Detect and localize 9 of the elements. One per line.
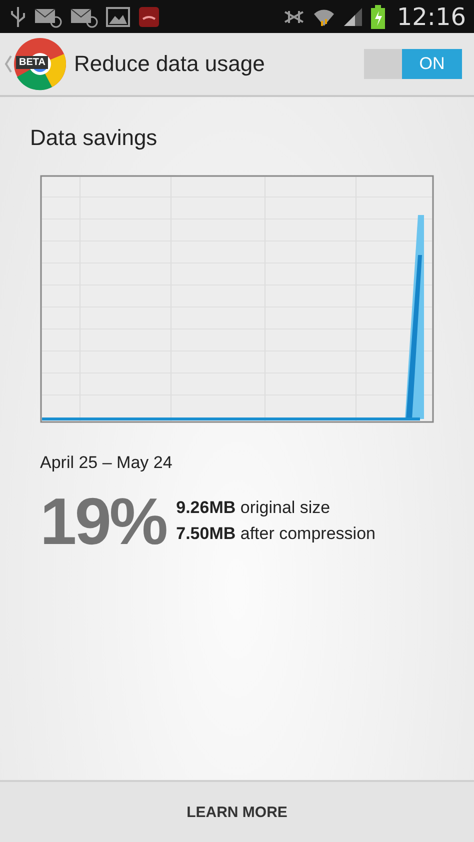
status-time: 12:16 (396, 2, 466, 30)
size-stat: 9.26MB original size (176, 498, 332, 518)
learn-more-button[interactable]: LEARN MORE (0, 780, 474, 842)
date-range: April 25 – May 24 (40, 453, 174, 473)
savings-percent: 19% (40, 483, 166, 559)
size-stat: 7.50MB after compression (176, 524, 376, 544)
screen-title: Reduce data usage (74, 51, 265, 77)
beta-badge: BETA (16, 56, 48, 69)
section-title: Data savings (30, 125, 158, 151)
